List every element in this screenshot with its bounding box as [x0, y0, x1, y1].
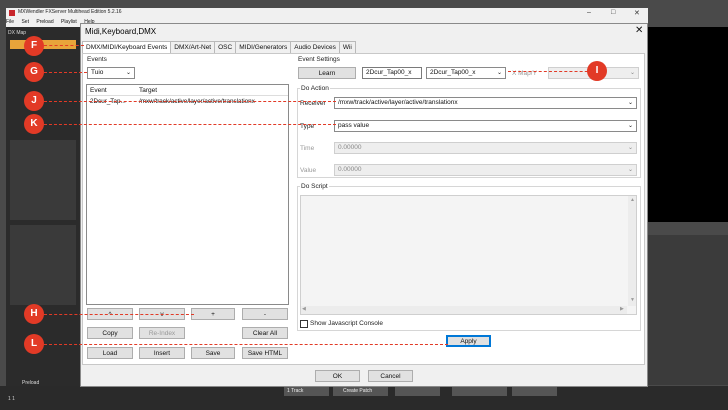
chevron-down-icon: ⌄ — [125, 70, 131, 76]
horizontal-scrollbar[interactable] — [301, 306, 627, 314]
save-html-button[interactable]: Save HTML — [242, 347, 288, 359]
value-label: Value — [300, 167, 317, 174]
reindex-button[interactable]: Re-Index — [139, 327, 185, 339]
event-select-value: 2Dcur_Tap00_x — [430, 69, 476, 76]
dialog-close-icon[interactable]: ✕ — [635, 25, 643, 36]
chevron-down-icon: ⌄ — [627, 100, 633, 106]
bottom-slot[interactable] — [452, 387, 507, 396]
value-value: 0.00000 — [338, 166, 362, 173]
events-group-label: Events — [87, 56, 107, 63]
event-source-select[interactable]: Tuio ⌄ — [87, 67, 135, 79]
bottom-slot[interactable] — [395, 387, 440, 396]
apply-button[interactable]: Apply — [446, 335, 491, 347]
column-header-target[interactable]: Target — [139, 87, 157, 94]
annotation-badge-i: I — [587, 61, 607, 81]
dialog-title: Midi,Keyboard,DMX — [85, 27, 157, 36]
app-title: MXWendler FXServer Multihead Edition 5.2… — [18, 9, 122, 15]
type-select[interactable]: pass value ⌄ — [334, 120, 637, 132]
event-source-value: Tuio — [91, 69, 104, 76]
tab-wii[interactable]: Wii — [338, 41, 356, 53]
chevron-down-icon: ⌄ — [627, 167, 633, 173]
tab-dmx-artnet[interactable]: DMX/Art-Net — [170, 41, 216, 53]
save-button[interactable]: Save — [191, 347, 235, 359]
annotation-badge-g: G — [24, 62, 44, 82]
row-event-cell: 2Dcur_Tap... — [90, 98, 126, 105]
do-script-label: Do Script — [300, 183, 329, 190]
menu-preload[interactable]: Preload — [36, 19, 53, 25]
annotation-badge-j: J — [24, 91, 44, 111]
cancel-button[interactable]: Cancel — [368, 370, 413, 382]
annotation-line-k — [44, 124, 336, 125]
annotation-badge-f: F — [24, 36, 44, 56]
annotation-line-h — [44, 314, 194, 315]
event-name-field[interactable]: 2Dcur_Tap00_x — [362, 67, 422, 79]
scroll-left-icon[interactable]: ◀ — [302, 306, 306, 312]
ok-button[interactable]: OK — [315, 370, 360, 382]
add-event-button[interactable]: + — [191, 308, 235, 320]
track-button[interactable]: 1 Track — [284, 387, 329, 396]
script-editor[interactable] — [300, 195, 637, 315]
left-panel-label: DX Map — [8, 30, 27, 36]
menu-set[interactable]: Set — [21, 19, 29, 25]
dialog-footer — [81, 365, 647, 386]
time-label: Time — [300, 145, 315, 152]
row-target-cell: /mxw/track/active/layer/active/translati… — [139, 98, 255, 105]
chevron-down-icon: ⌄ — [627, 145, 633, 151]
annotation-line-l — [44, 344, 448, 345]
tab-osc[interactable]: OSC — [214, 41, 237, 53]
annotation-badge-l: L — [24, 334, 44, 354]
bottom-slot[interactable] — [512, 387, 557, 396]
receiver-select[interactable]: /mxw/track/active/layer/active/translati… — [334, 97, 637, 109]
table-row[interactable]: 2Dcur_Tap... /mxw/track/active/layer/act… — [87, 97, 288, 107]
annotation-line-g — [44, 72, 87, 73]
show-console-checkbox[interactable] — [300, 320, 308, 328]
create-patch-button[interactable]: Create Patch — [333, 387, 388, 396]
tab-audio-devices[interactable]: Audio Devices — [290, 41, 340, 53]
events-listbox[interactable]: Event Target 2Dcur_Tap... /mxw/track/act… — [86, 84, 289, 305]
scroll-up-icon[interactable]: ▲ — [630, 197, 635, 203]
annotation-badge-h: H — [24, 304, 44, 324]
type-value: pass value — [338, 122, 370, 129]
copy-button[interactable]: Copy — [87, 327, 133, 339]
time-value: 0.00000 — [338, 144, 362, 151]
tab-dmx-midi-keyboard-events[interactable]: DMX/MIDI/Keyboard Events — [82, 41, 172, 53]
chevron-down-icon: ⌄ — [496, 70, 502, 76]
app-logo-icon — [9, 10, 15, 16]
show-console-label[interactable]: Show Javascript Console — [310, 320, 383, 327]
thumbnail-slot — [10, 225, 76, 305]
tab-bar: DMX/MIDI/Keyboard Events DMX/Art-Net OSC… — [82, 41, 356, 53]
thumbnail-slot — [10, 140, 76, 220]
bottom-number: 1 1 — [8, 396, 15, 402]
learn-button[interactable]: Learn — [298, 67, 356, 79]
column-header-event[interactable]: Event — [90, 87, 107, 94]
vertical-scrollbar[interactable] — [628, 196, 636, 306]
annotation-line-j — [44, 101, 336, 102]
menu-file[interactable]: File — [6, 19, 14, 25]
app-right-panel — [648, 235, 728, 385]
header-divider — [87, 95, 288, 96]
scroll-right-icon[interactable]: ▶ — [620, 306, 624, 312]
annotation-badge-k: K — [24, 114, 44, 134]
minimize-icon[interactable]: – — [587, 9, 591, 16]
load-button[interactable]: Load — [87, 347, 133, 359]
chevron-down-icon: ⌄ — [627, 123, 633, 129]
app-close-icon[interactable]: ✕ — [634, 9, 640, 17]
scroll-down-icon[interactable]: ▼ — [630, 297, 635, 303]
event-select[interactable]: 2Dcur_Tap00_x ⌄ — [426, 67, 506, 79]
remove-event-button[interactable]: - — [242, 308, 288, 320]
insert-button[interactable]: Insert — [139, 347, 185, 359]
maximize-icon[interactable]: □ — [611, 9, 615, 16]
menu-playlist[interactable]: Playlist — [61, 19, 77, 25]
annotation-line-f — [44, 45, 84, 46]
value-select[interactable]: 0.00000 ⌄ — [334, 164, 637, 176]
do-action-label: Do Action — [300, 85, 330, 92]
receiver-value: /mxw/track/active/layer/active/translati… — [338, 99, 458, 106]
event-settings-label: Event Settings — [298, 56, 340, 63]
output-preview — [640, 27, 728, 222]
tab-midi-generators[interactable]: MIDI/Generators — [235, 41, 292, 53]
chevron-down-icon: ⌄ — [629, 70, 635, 76]
annotation-line-i — [508, 71, 598, 72]
time-select[interactable]: 0.00000 ⌄ — [334, 142, 637, 154]
clear-all-button[interactable]: Clear All — [242, 327, 288, 339]
